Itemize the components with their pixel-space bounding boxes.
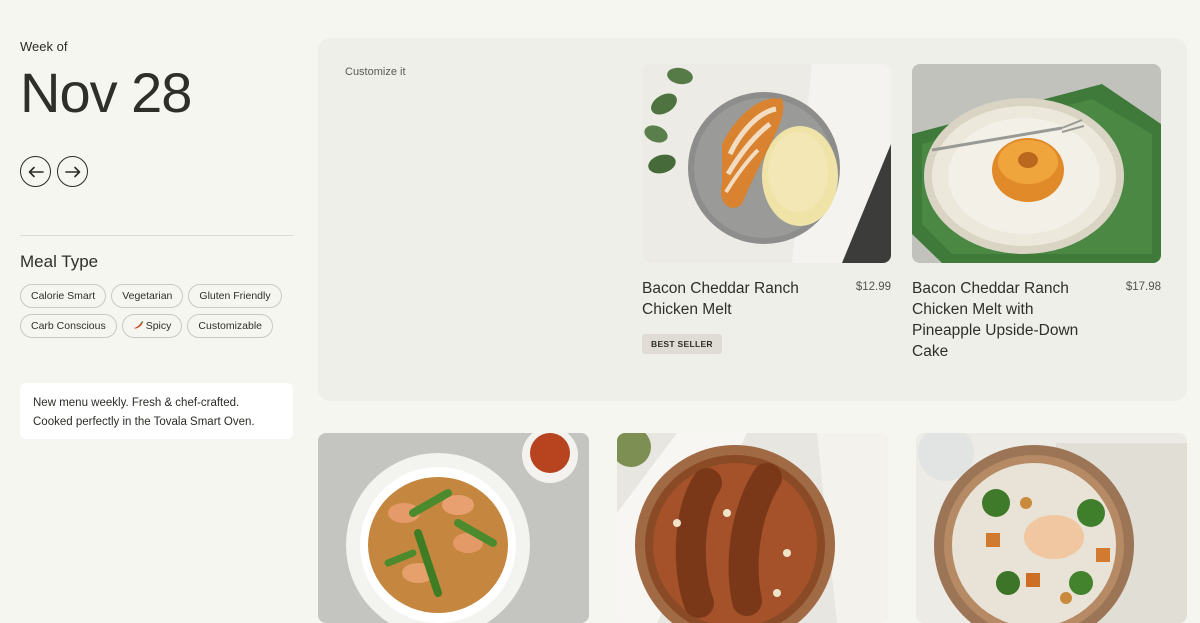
best-seller-badge: BEST SELLER: [642, 334, 722, 354]
sidebar-divider: [20, 235, 293, 236]
meal-name[interactable]: Bacon Cheddar Ranch Chicken Melt: [642, 278, 820, 320]
filter-carb-conscious[interactable]: Carb Conscious: [20, 314, 117, 338]
shrimp-noodle-bowl-photo[interactable]: [318, 433, 589, 623]
week-of-label: Week of: [20, 39, 68, 54]
meal-type-heading: Meal Type: [20, 252, 99, 271]
filter-spicy-label: Spicy: [145, 320, 172, 332]
meal-price: $17.98: [1125, 281, 1161, 293]
chicken-melt-photo[interactable]: [642, 64, 891, 263]
filter-gluten-friendly[interactable]: Gluten Friendly: [188, 284, 282, 308]
filter-vegetarian[interactable]: Vegetarian: [111, 284, 184, 308]
chickpea-veggie-bowl-photo[interactable]: [916, 433, 1187, 623]
sausage-bean-stew-photo[interactable]: [617, 433, 888, 623]
week-date: Nov 28: [20, 61, 192, 124]
chili-pepper-icon: [133, 321, 144, 329]
meal-price: $12.99: [855, 281, 891, 293]
meal-card[interactable]: Bacon Cheddar Ranch Chicken Melt with Pi…: [912, 64, 1161, 360]
filter-calorie-smart[interactable]: Calorie Smart: [20, 284, 107, 308]
meal-name[interactable]: Bacon Cheddar Ranch Chicken Melt with Pi…: [912, 278, 1090, 362]
meal-type-filters: Calorie Smart Vegetarian Gluten Friendly…: [20, 284, 293, 344]
arrow-left-icon: [28, 166, 44, 177]
filter-spicy[interactable]: Spicy: [121, 314, 183, 338]
next-week-button[interactable]: [57, 156, 88, 187]
filter-customizable[interactable]: Customizable: [187, 314, 274, 338]
previous-week-button[interactable]: [20, 156, 51, 187]
customize-it-panel: Customize it Bacon Cheddar Ranch Chicken…: [318, 38, 1187, 401]
meal-card[interactable]: Bacon Cheddar Ranch Chicken Melt $12.99 …: [642, 64, 891, 354]
chicken-melt-cake-photo[interactable]: [912, 64, 1161, 263]
arrow-right-icon: [64, 166, 80, 177]
menu-info-card: New menu weekly. Fresh & chef-crafted. C…: [20, 383, 293, 439]
customize-it-label: Customize it: [345, 66, 406, 78]
